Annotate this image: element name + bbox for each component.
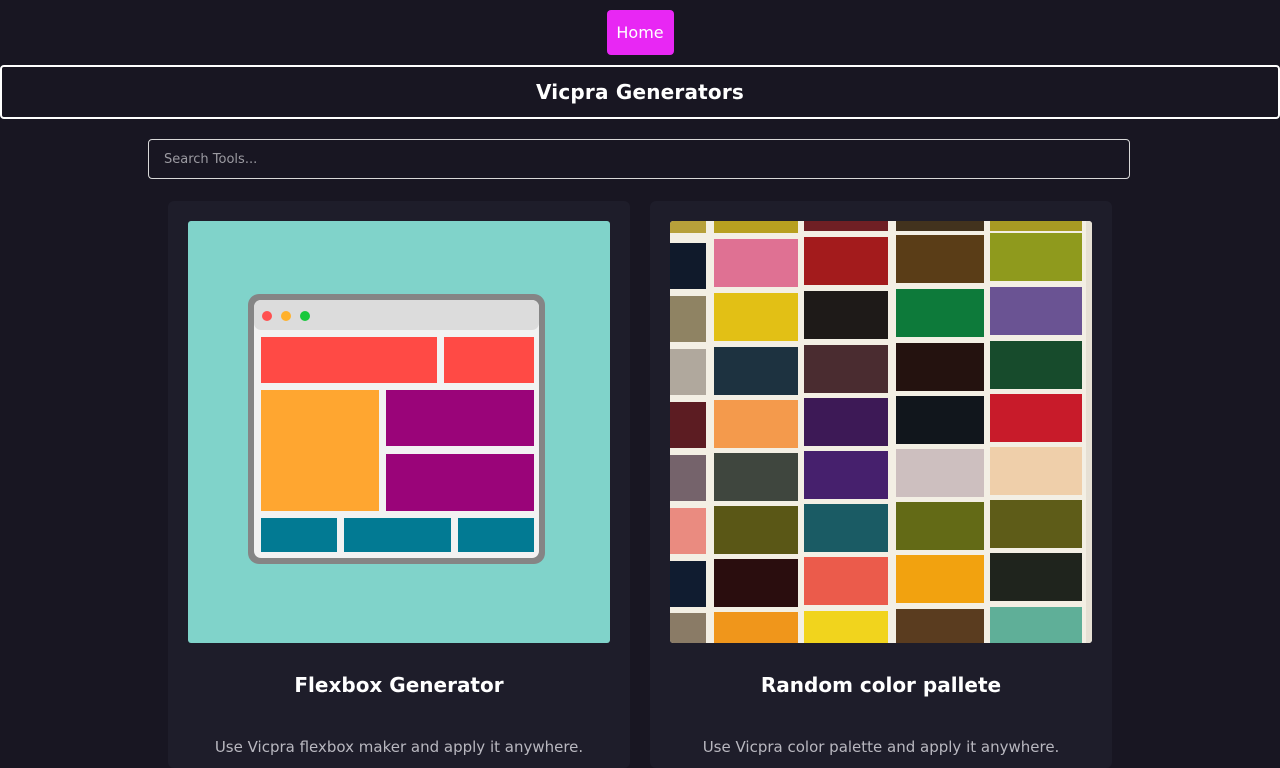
tool-card-color-palette[interactable]: Random color pallete Use Vicpra color pa… — [650, 201, 1112, 768]
home-button[interactable]: Home — [606, 10, 674, 55]
flexbox-illustration — [188, 221, 610, 643]
flexbox-thumbnail[interactable] — [188, 221, 610, 643]
card-title[interactable]: Random color pallete — [650, 673, 1112, 697]
search-input[interactable] — [148, 139, 1130, 179]
card-description: Use Vicpra flexbox maker and apply it an… — [214, 738, 584, 756]
page-title: Vicpra Generators — [535, 80, 745, 104]
top-nav: Home — [0, 10, 1280, 55]
card-title[interactable]: Flexbox Generator — [168, 673, 630, 697]
color-swatch-grid-image — [670, 221, 1092, 643]
tool-card-flexbox[interactable]: Flexbox Generator Use Vicpra flexbox mak… — [168, 201, 630, 768]
card-description: Use Vicpra color palette and apply it an… — [702, 738, 1060, 756]
site-header: Vicpra Generators — [0, 65, 1280, 119]
color-palette-thumbnail[interactable] — [670, 221, 1092, 643]
